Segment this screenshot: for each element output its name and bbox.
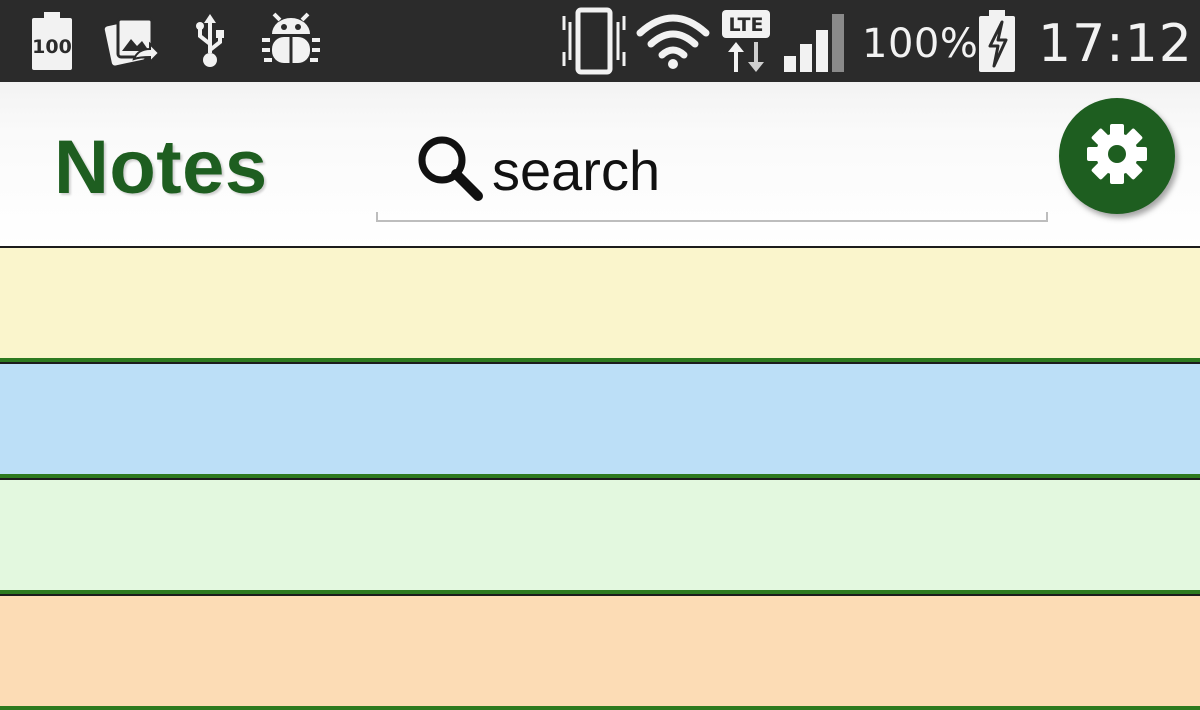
settings-button[interactable] [1059, 98, 1175, 214]
gear-icon [1081, 118, 1153, 194]
note-item[interactable] [0, 246, 1200, 362]
note-item[interactable] [0, 478, 1200, 594]
lte-label: LTE [729, 14, 764, 36]
debug-bug-icon [258, 0, 324, 82]
usb-icon [190, 0, 230, 82]
search-box[interactable] [376, 120, 1048, 222]
battery-saver-100-icon: 100 [28, 0, 76, 82]
wifi-icon [636, 0, 710, 82]
signal-icon [782, 0, 848, 82]
battery-saver-label: 100 [32, 36, 72, 58]
battery-percent: 100% [862, 21, 979, 67]
note-item[interactable] [0, 594, 1200, 710]
gallery-share-icon [104, 0, 160, 82]
notes-list [0, 246, 1200, 710]
app-bar: Notes [0, 82, 1200, 250]
search-icon [414, 132, 486, 204]
clock: 17:12 [1038, 14, 1193, 74]
charging-battery-icon [976, 0, 1018, 82]
lte-icon: LTE [720, 0, 772, 82]
note-item[interactable] [0, 362, 1200, 478]
app-title: Notes [54, 125, 268, 210]
status-bar: 100 LTE 100% 17:12 [0, 0, 1200, 82]
vibrate-icon [558, 0, 630, 82]
search-input[interactable] [492, 130, 1032, 210]
